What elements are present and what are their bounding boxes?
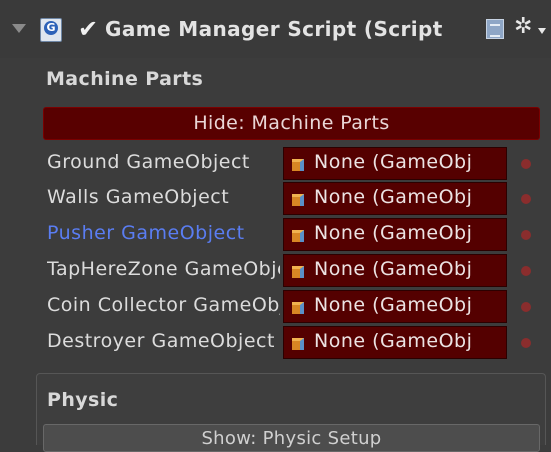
- field-value: None (GameObj: [314, 330, 473, 352]
- field-value: None (GameObj: [314, 258, 473, 280]
- gameobject-cube-icon: [292, 266, 304, 278]
- gameobject-reference-field[interactable]: None (GameObj: [283, 326, 507, 359]
- object-picker-icon[interactable]: [521, 194, 531, 204]
- object-field-row: Walls GameObject None (GameObj: [0, 182, 551, 215]
- machine-parts-section-title: Machine Parts: [46, 68, 204, 90]
- field-label: TapHereZone GameObject: [47, 258, 280, 280]
- field-label: Ground GameObject: [47, 151, 250, 173]
- gameobject-reference-field[interactable]: None (GameObj: [283, 147, 507, 180]
- gameobject-cube-icon: [292, 302, 304, 314]
- object-field-row: Ground GameObject None (GameObj: [0, 147, 551, 180]
- component-title: Game Manager Script (Script: [105, 17, 443, 41]
- component-header[interactable]: G ✔ Game Manager Script (Script ✲: [0, 0, 551, 58]
- component-enabled-checkbox[interactable]: ✔: [78, 16, 98, 42]
- gameobject-cube-icon: [292, 159, 304, 171]
- field-value: None (GameObj: [314, 222, 473, 244]
- field-label: Walls GameObject: [47, 186, 230, 208]
- gameobject-cube-icon: [292, 194, 304, 206]
- gameobject-cube-icon: [292, 230, 304, 242]
- gear-icon[interactable]: ✲: [514, 14, 532, 40]
- object-picker-icon[interactable]: [521, 159, 531, 169]
- hide-machine-parts-button[interactable]: Hide: Machine Parts: [43, 107, 540, 140]
- field-label: Coin Collector GameObject: [47, 294, 280, 316]
- field-label: Pusher GameObject: [47, 222, 245, 244]
- gameobject-reference-field[interactable]: None (GameObj: [283, 290, 507, 323]
- field-label: Destroyer GameObject: [47, 330, 275, 352]
- object-picker-icon[interactable]: [521, 230, 531, 240]
- gameobject-reference-field[interactable]: None (GameObj: [283, 218, 507, 251]
- object-picker-icon[interactable]: [521, 338, 531, 348]
- field-value: None (GameObj: [314, 151, 473, 173]
- csharp-script-icon: G: [40, 18, 62, 42]
- script-icon-glyph: G: [44, 21, 58, 35]
- object-field-row: Coin Collector GameObject None (GameObj: [0, 290, 551, 323]
- object-picker-icon[interactable]: [521, 266, 531, 276]
- field-value: None (GameObj: [314, 294, 473, 316]
- gear-dropdown-caret-icon[interactable]: [538, 28, 546, 34]
- help-book-icon[interactable]: [486, 19, 504, 39]
- gameobject-reference-field[interactable]: None (GameObj: [283, 182, 507, 215]
- foldout-arrow-icon[interactable]: [12, 24, 26, 33]
- object-field-row: Pusher GameObject None (GameObj: [0, 218, 551, 251]
- object-picker-icon[interactable]: [521, 302, 531, 312]
- physic-section-title: Physic: [47, 389, 119, 411]
- show-physic-setup-button[interactable]: Show: Physic Setup: [43, 424, 540, 452]
- gameobject-cube-icon: [292, 338, 304, 350]
- object-field-row: Destroyer GameObject None (GameObj: [0, 326, 551, 359]
- gameobject-reference-field[interactable]: None (GameObj: [283, 254, 507, 287]
- object-field-row: TapHereZone GameObject None (GameObj: [0, 254, 551, 287]
- field-value: None (GameObj: [314, 186, 473, 208]
